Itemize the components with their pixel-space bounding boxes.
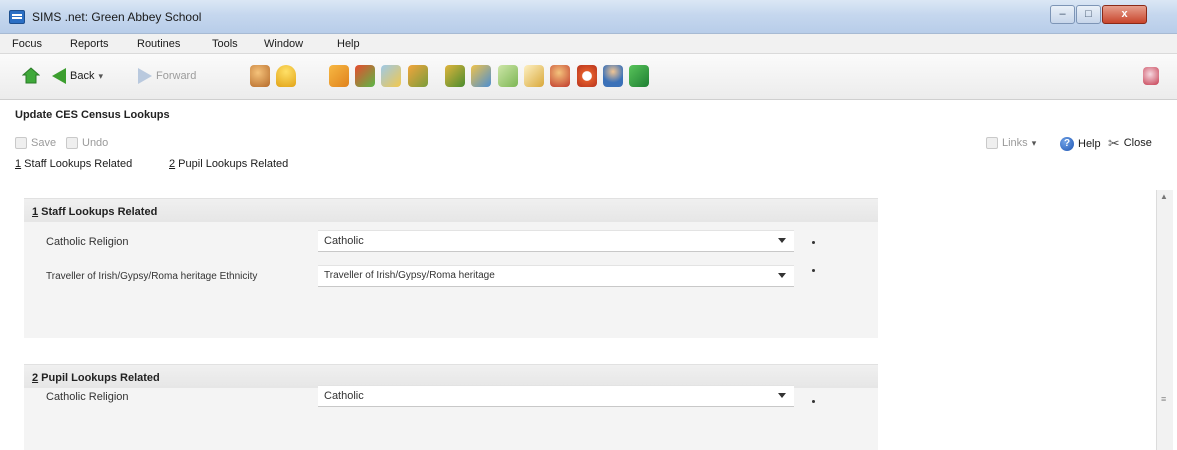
close-button[interactable]: ✂ Close xyxy=(1108,135,1152,151)
chevron-down-icon xyxy=(778,273,786,278)
staff-catholic-religion-label: Catholic Religion xyxy=(46,236,129,248)
maximize-button[interactable]: □ xyxy=(1076,5,1101,24)
chevron-down-icon xyxy=(778,393,786,398)
pupil-catholic-religion-select[interactable]: Catholic xyxy=(318,385,794,407)
staff-traveller-ethnicity-label: Traveller of Irish/Gypsy/Roma heritage E… xyxy=(46,271,258,282)
chart-icon[interactable] xyxy=(381,65,401,87)
document-icon[interactable] xyxy=(498,65,518,87)
folder-icon[interactable] xyxy=(471,65,491,87)
pupil-title-text: Pupil Lookups Related xyxy=(38,372,160,384)
home-icon[interactable] xyxy=(22,67,40,85)
back-arrow-icon xyxy=(52,68,66,84)
undo-button[interactable]: Undo xyxy=(66,137,108,149)
links-icon xyxy=(986,137,998,149)
dollar-icon[interactable] xyxy=(629,65,649,87)
menu-routines[interactable]: Routines xyxy=(137,38,180,50)
forward-label: Forward xyxy=(156,70,197,82)
required-indicator xyxy=(812,241,815,244)
tab-pupil-label: Pupil Lookups Related xyxy=(175,158,289,170)
staff-traveller-ethnicity-value: Traveller of Irish/Gypsy/Roma heritage xyxy=(324,270,495,281)
tab-staff-lookups[interactable]: 1 Staff Lookups Related xyxy=(15,158,132,170)
main-toolbar: Back ▾ Forward xyxy=(0,54,1177,100)
command-bar: Save Undo Links ▾ ? Help ✂ Close xyxy=(0,131,1177,155)
staff-panel-title: 1 Staff Lookups Related xyxy=(32,206,157,218)
forward-button[interactable]: Forward xyxy=(138,68,196,84)
pupil-catholic-religion-value: Catholic xyxy=(324,390,364,402)
chevron-down-icon xyxy=(778,238,786,243)
staff-title-text: Staff Lookups Related xyxy=(38,206,158,218)
people-icon[interactable] xyxy=(250,65,270,87)
content-area: 1 Staff Lookups Related Catholic Religio… xyxy=(10,182,1162,450)
menu-tools[interactable]: Tools xyxy=(212,38,238,50)
person-icon[interactable] xyxy=(550,65,570,87)
close-label: Close xyxy=(1123,137,1152,149)
save-button[interactable]: Save xyxy=(15,137,56,149)
menu-help[interactable]: Help xyxy=(337,38,360,50)
undo-icon xyxy=(66,137,78,149)
report-icon[interactable] xyxy=(408,65,428,87)
required-indicator xyxy=(812,400,815,403)
books-icon[interactable] xyxy=(445,65,465,87)
save-icon xyxy=(15,137,27,149)
menu-focus[interactable]: Focus xyxy=(12,38,42,50)
staff-lookups-panel: 1 Staff Lookups Related Catholic Religio… xyxy=(24,198,878,338)
pupil-lookups-panel: 2 Pupil Lookups Related Catholic Religio… xyxy=(24,364,878,450)
page-title: Update CES Census Lookups xyxy=(15,109,170,121)
menu-window[interactable]: Window xyxy=(264,38,303,50)
help-icon: ? xyxy=(1060,137,1074,151)
menu-bar: Focus Reports Routines Tools Window Help xyxy=(0,34,1177,54)
save-label: Save xyxy=(31,137,57,149)
staff-traveller-ethnicity-select[interactable]: Traveller of Irish/Gypsy/Roma heritage xyxy=(318,265,794,287)
staff-catholic-religion-value: Catholic xyxy=(324,235,364,247)
sims-app-icon xyxy=(9,10,25,24)
sims-logo-icon[interactable] xyxy=(1143,67,1159,85)
book-icon[interactable] xyxy=(329,65,349,87)
scroll-up-icon[interactable]: ▲ xyxy=(1160,192,1168,201)
scroll-grip-icon[interactable]: ≡ xyxy=(1161,394,1166,404)
pupil-panel-title: 2 Pupil Lookups Related xyxy=(32,372,160,384)
back-button[interactable]: Back ▾ xyxy=(52,68,103,84)
staff-catholic-religion-select[interactable]: Catholic xyxy=(318,230,794,252)
links-button[interactable]: Links ▾ xyxy=(986,137,1036,149)
links-label: Links xyxy=(1002,137,1028,149)
clock-icon[interactable] xyxy=(577,65,597,87)
menu-reports[interactable]: Reports xyxy=(70,38,109,50)
vertical-scrollbar[interactable]: ▲ ≡ xyxy=(1156,190,1173,450)
tab-pupil-lookups[interactable]: 2 Pupil Lookups Related xyxy=(169,158,288,170)
tab-staff-label: Staff Lookups Related xyxy=(21,158,133,170)
window-title: SIMS .net: Green Abbey School xyxy=(32,10,202,24)
forward-arrow-icon xyxy=(138,68,152,84)
close-icon: ✂ xyxy=(1108,135,1120,151)
minimize-button[interactable]: – xyxy=(1050,5,1075,24)
hint-icon[interactable] xyxy=(276,65,296,87)
links-dropdown-icon[interactable]: ▾ xyxy=(1032,138,1037,149)
back-dropdown-icon[interactable]: ▾ xyxy=(98,71,103,82)
undo-label: Undo xyxy=(82,137,109,149)
back-label: Back xyxy=(70,70,95,82)
close-window-button[interactable]: x xyxy=(1102,5,1147,24)
title-bar: SIMS .net: Green Abbey School – □ x xyxy=(0,0,1177,34)
user-icon[interactable] xyxy=(603,65,623,87)
help-label: Help xyxy=(1078,138,1101,150)
pupil-catholic-religion-label: Catholic Religion xyxy=(46,391,129,403)
edit-icon[interactable] xyxy=(524,65,544,87)
staff-panel-header: 1 Staff Lookups Related xyxy=(24,198,878,222)
required-indicator xyxy=(812,269,815,272)
help-button[interactable]: ? Help xyxy=(1060,137,1101,151)
flag-icon[interactable] xyxy=(355,65,375,87)
